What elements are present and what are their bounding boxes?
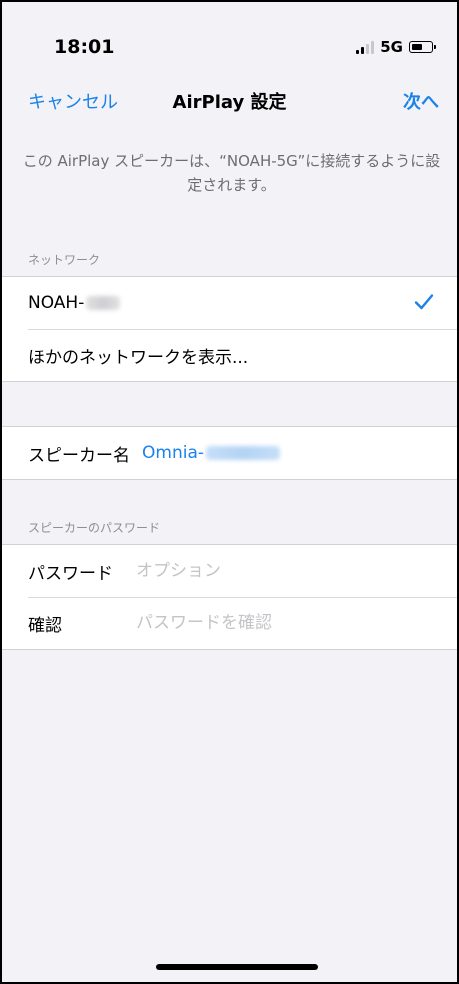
show-other-networks-row[interactable]: ほかのネットワークを表示... [2,329,457,381]
network-section-header: ネットワーク [28,253,101,267]
password-label: パスワード [28,563,113,584]
password-input[interactable] [136,561,376,581]
password-section-header: スピーカーのパスワード [28,521,161,535]
confirm-label: 確認 [28,615,62,636]
speaker-name-label: スピーカー名 [28,445,130,466]
show-other-networks-label: ほかのネットワークを表示... [28,347,249,368]
next-button[interactable]: 次へ [403,88,439,114]
password-group: パスワード 確認 [2,544,457,650]
speaker-name-group: スピーカー名 Omnia- [2,426,457,480]
speaker-name-value[interactable]: Omnia- [142,443,280,463]
status-indicators: 5G [356,38,436,56]
network-row-selected[interactable]: NOAH- [2,277,457,329]
speaker-name-row[interactable]: スピーカー名 Omnia- [2,427,457,479]
page-title: AirPlay 設定 [172,92,287,113]
status-time: 18:01 [54,36,115,58]
battery-icon [409,41,436,53]
network-name: NOAH- [28,293,85,313]
redacted-speaker-suffix [206,446,280,460]
network-group: NOAH- ほかのネットワークを表示... [2,276,457,382]
confirm-row[interactable]: 確認 [2,597,457,649]
signal-icon [356,40,375,54]
setup-description: この AirPlay スピーカーは、“NOAH-5G”に接続するように設定されま… [22,152,441,194]
status-bar: 18:01 5G [2,2,457,72]
navigation-bar: キャンセル AirPlay 設定 次へ [2,82,457,122]
home-indicator[interactable] [156,964,318,970]
phone-screen: 18:01 5G キャンセル AirPlay 設定 次へ この AirPlay … [0,0,459,984]
confirm-password-input[interactable] [136,613,376,633]
checkmark-icon [414,294,434,310]
password-row[interactable]: パスワード [2,545,457,597]
network-type-label: 5G [380,38,403,56]
redacted-network-suffix [86,296,121,310]
